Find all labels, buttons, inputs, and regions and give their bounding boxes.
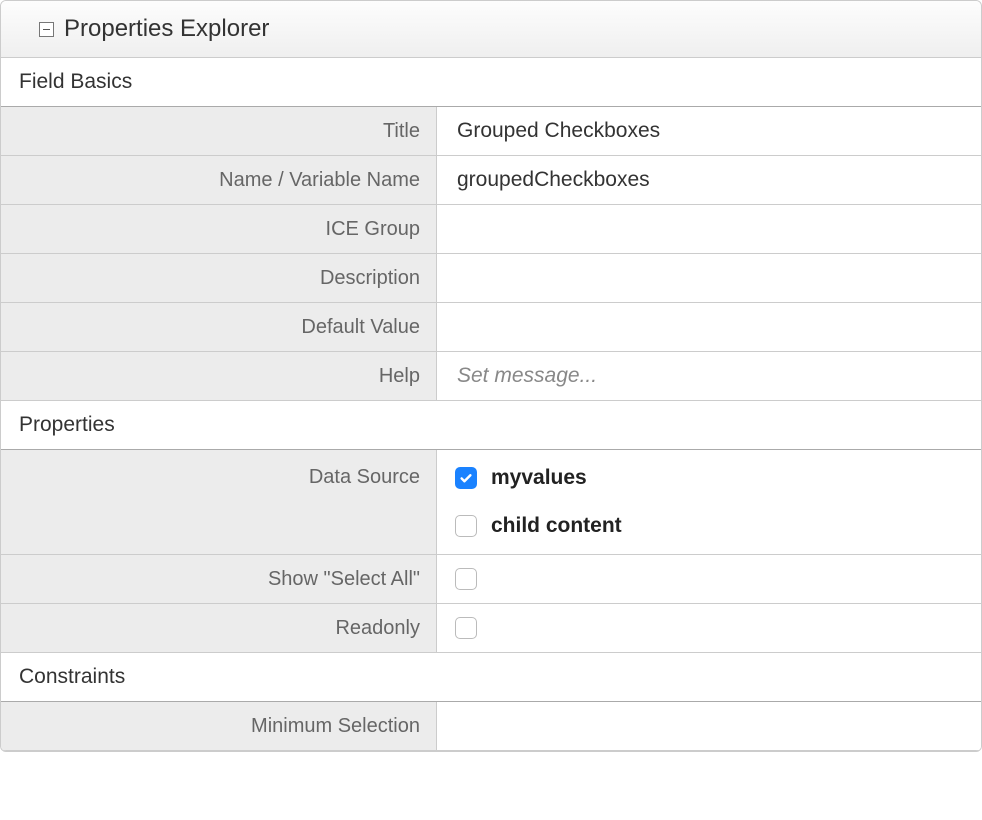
row-readonly: Readonly [1,604,981,653]
input-minimum-selection[interactable] [455,713,963,739]
input-description[interactable] [455,265,963,291]
collapse-icon[interactable] [39,22,54,37]
panel-title: Properties Explorer [64,15,269,43]
section-field-basics: Field Basics [1,58,981,107]
label-minimum-selection: Minimum Selection [1,702,437,750]
data-source-option: child content [455,514,963,538]
value-description-cell [437,254,981,302]
input-default-value[interactable] [455,314,963,340]
label-help: Help [1,352,437,400]
input-title[interactable] [455,118,963,144]
row-help: Help [1,352,981,401]
label-default-value: Default Value [1,303,437,351]
row-description: Description [1,254,981,303]
label-readonly: Readonly [1,604,437,652]
value-ice-cell [437,205,981,253]
checkbox-select-all[interactable] [455,568,477,590]
panel-header: Properties Explorer [1,1,981,58]
input-help[interactable] [455,363,963,389]
row-title: Title [1,107,981,156]
value-minimum-selection-cell [437,702,981,750]
value-readonly-cell [437,604,981,652]
value-default-cell [437,303,981,351]
data-source-option-label: myvalues [491,466,587,490]
data-source-options: myvalues child content [455,460,963,544]
label-ice-group: ICE Group [1,205,437,253]
section-properties: Properties [1,401,981,450]
row-minimum-selection: Minimum Selection [1,702,981,751]
value-name-cell [437,156,981,204]
checkbox-child-content[interactable] [455,515,477,537]
row-name: Name / Variable Name [1,156,981,205]
row-select-all: Show "Select All" [1,555,981,604]
data-source-option: myvalues [455,466,963,490]
label-name: Name / Variable Name [1,156,437,204]
value-title-cell [437,107,981,155]
row-data-source: Data Source myvalues child content [1,450,981,555]
label-select-all: Show "Select All" [1,555,437,603]
input-ice-group[interactable] [455,216,963,242]
row-default-value: Default Value [1,303,981,352]
check-icon [459,471,473,485]
input-name[interactable] [455,167,963,193]
data-source-option-label: child content [491,514,622,538]
label-description: Description [1,254,437,302]
label-data-source: Data Source [1,450,437,554]
row-ice-group: ICE Group [1,205,981,254]
value-help-cell [437,352,981,400]
label-title: Title [1,107,437,155]
value-select-all-cell [437,555,981,603]
properties-explorer-panel: Properties Explorer Field Basics Title N… [0,0,982,752]
checkbox-readonly[interactable] [455,617,477,639]
value-data-source-cell: myvalues child content [437,450,981,554]
section-constraints: Constraints [1,653,981,702]
checkbox-myvalues[interactable] [455,467,477,489]
